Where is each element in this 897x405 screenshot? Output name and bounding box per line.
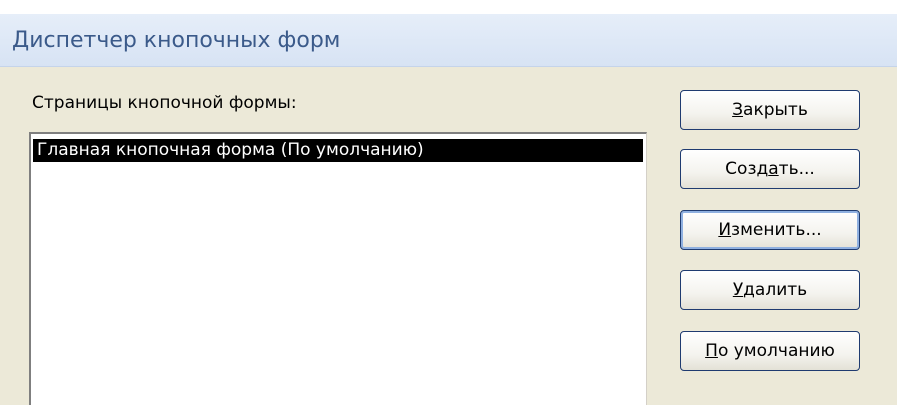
edit-button-post: зменить... bbox=[731, 220, 822, 240]
close-button-post: акрыть bbox=[743, 100, 808, 120]
pages-list-label: Страницы кнопочной формы: bbox=[32, 93, 297, 113]
close-button-accesskey: З bbox=[732, 100, 744, 120]
pages-listbox[interactable]: Главная кнопочная форма (По умолчанию) bbox=[29, 132, 647, 405]
pages-list-label-text: Страницы кнопочной формы: bbox=[32, 93, 297, 113]
create-button[interactable]: Созд а ть... bbox=[680, 149, 860, 189]
switchboard-manager-dialog: Диспетчер кнопочных форм Страницы кнопоч… bbox=[0, 14, 897, 405]
dialog-titlebar: Диспетчер кнопочных форм bbox=[0, 14, 897, 67]
create-button-pre: Созд bbox=[725, 159, 769, 179]
default-button-accesskey: П bbox=[705, 341, 718, 361]
default-button-post: о умолчанию bbox=[717, 341, 835, 361]
set-default-button[interactable]: По умолчанию bbox=[680, 331, 860, 371]
close-button[interactable]: Закрыть bbox=[680, 90, 860, 130]
edit-button-accesskey: И bbox=[718, 220, 732, 240]
create-button-post: ть... bbox=[778, 159, 815, 179]
create-button-accesskey: а bbox=[768, 159, 779, 179]
delete-button-post: далить bbox=[743, 280, 808, 300]
edit-button[interactable]: Изменить... bbox=[680, 210, 860, 250]
delete-button[interactable]: Удалить bbox=[680, 270, 860, 310]
delete-button-accesskey: У bbox=[732, 280, 744, 300]
dialog-title: Диспетчер кнопочных форм bbox=[12, 28, 341, 53]
list-item[interactable]: Главная кнопочная форма (По умолчанию) bbox=[33, 139, 643, 162]
